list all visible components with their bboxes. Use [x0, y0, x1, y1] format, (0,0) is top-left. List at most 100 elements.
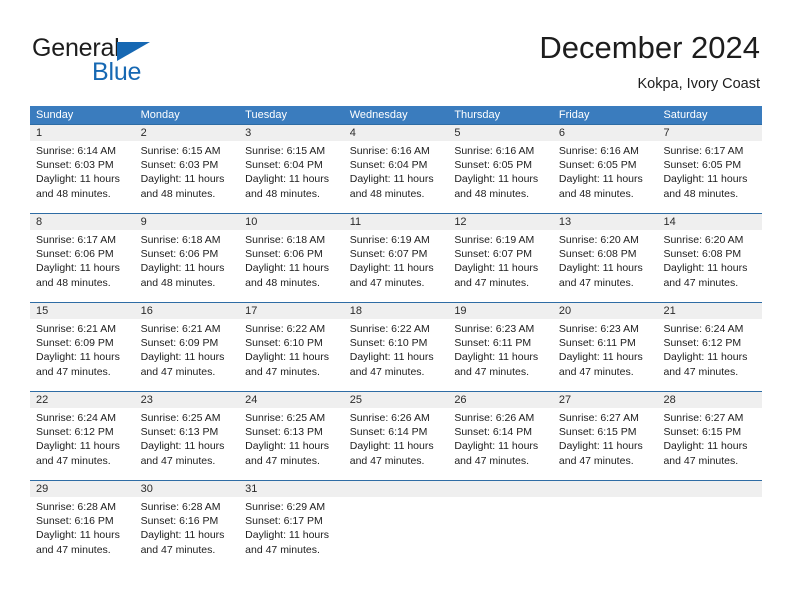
day-details: Sunrise: 6:14 AM Sunset: 6:03 PM Daylight:…: [30, 141, 135, 199]
day-details: Sunrise: 6:25 AM Sunset: 6:13 PM Daylight:…: [135, 408, 240, 466]
day-details: Sunrise: 6:16 AM Sunset: 6:05 PM Daylight:…: [448, 141, 553, 199]
day-number: 15: [30, 302, 135, 319]
day-cell[interactable]: 24 Sunrise: 6:25 AM Sunset: 6:13 PM Dayligh…: [239, 391, 344, 480]
day-cell[interactable]: 26 Sunrise: 6:26 AM Sunset: 6:14 PM Dayligh…: [448, 391, 553, 480]
daylight-text: Daylight: 11 hours and 48 minutes.: [36, 262, 120, 288]
day-cell[interactable]: 9 Sunrise: 6:18 AM Sunset: 6:06 PM Daylight…: [134, 213, 240, 302]
calendar-week-row: 8 Sunrise: 6:17 AM Sunset: 6:06 PM Daylight…: [30, 213, 763, 302]
day-number: 23: [134, 391, 240, 408]
sunset-text: Sunset: 6:16 PM: [36, 515, 114, 528]
calendar-week-row: 15 Sunrise: 6:21 AM Sunset: 6:09 PM Dayligh…: [30, 302, 763, 391]
sunset-text: Sunset: 6:09 PM: [140, 337, 219, 350]
calendar-page: General Blue December 2024 Kokpa, Ivory …: [0, 0, 792, 612]
sunrise-text: Sunrise: 6:16 AM: [558, 145, 639, 157]
sunset-text: Sunset: 6:04 PM: [245, 159, 323, 172]
day-details: Sunrise: 6:23 AM Sunset: 6:11 PM Daylight:…: [448, 319, 553, 377]
day-number: 26: [448, 391, 553, 408]
day-cell[interactable]: 5 Sunrise: 6:16 AM Sunset: 6:05 PM Daylight…: [448, 124, 553, 213]
daylight-text: Daylight: 11 hours and 47 minutes.: [245, 440, 330, 466]
generalblue-logo: General Blue: [32, 34, 252, 90]
daylight-text: Daylight: 11 hours and 48 minutes.: [140, 262, 225, 288]
sunrise-text: Sunrise: 6:28 AM: [140, 501, 221, 513]
weekday-header-friday: Friday: [558, 109, 590, 121]
day-cell[interactable]: 21 Sunrise: 6:24 AM Sunset: 6:12 PM Dayligh…: [657, 302, 763, 391]
daylight-text: Daylight: 11 hours and 48 minutes.: [140, 173, 225, 199]
day-details: [448, 497, 553, 555]
day-cell[interactable]: 3 Sunrise: 6:15 AM Sunset: 6:04 PM Daylight…: [239, 124, 344, 213]
daylight-text: Daylight: 11 hours and 47 minutes.: [454, 262, 539, 288]
day-number: 8: [30, 213, 135, 230]
sunset-text: Sunset: 6:17 PM: [245, 515, 323, 528]
day-details: Sunrise: 6:20 AM Sunset: 6:08 PM Daylight:…: [657, 230, 762, 288]
day-number: [343, 480, 449, 497]
day-number: 5: [448, 124, 553, 141]
sunrise-text: Sunrise: 6:27 AM: [558, 412, 639, 424]
day-details: Sunrise: 6:27 AM Sunset: 6:15 PM Daylight:…: [657, 408, 762, 466]
day-cell[interactable]: 15 Sunrise: 6:21 AM Sunset: 6:09 PM Dayligh…: [30, 302, 135, 391]
day-cell[interactable]: 19 Sunrise: 6:23 AM Sunset: 6:11 PM Dayligh…: [448, 302, 553, 391]
sunrise-text: Sunrise: 6:29 AM: [245, 501, 326, 513]
day-number: 11: [343, 213, 449, 230]
day-cell[interactable]: 31 Sunrise: 6:29 AM Sunset: 6:17 PM Dayligh…: [239, 480, 344, 569]
sunrise-text: Sunrise: 6:16 AM: [454, 145, 535, 157]
sunrise-text: Sunrise: 6:14 AM: [36, 145, 116, 157]
day-cell[interactable]: 17 Sunrise: 6:22 AM Sunset: 6:10 PM Dayligh…: [239, 302, 344, 391]
day-number: 28: [657, 391, 763, 408]
day-details: Sunrise: 6:21 AM Sunset: 6:09 PM Daylight:…: [30, 319, 135, 377]
day-details: Sunrise: 6:15 AM Sunset: 6:04 PM Daylight:…: [239, 141, 344, 199]
day-cell[interactable]: 12 Sunrise: 6:19 AM Sunset: 6:07 PM Dayligh…: [448, 213, 553, 302]
day-cell[interactable]: 18 Sunrise: 6:22 AM Sunset: 6:10 PM Dayligh…: [343, 302, 449, 391]
day-cell-empty: [552, 480, 658, 569]
sunset-text: Sunset: 6:09 PM: [36, 337, 114, 350]
sunrise-text: Sunrise: 6:22 AM: [245, 323, 326, 335]
day-cell-empty: [343, 480, 449, 569]
day-cell[interactable]: 4 Sunrise: 6:16 AM Sunset: 6:04 PM Daylight…: [343, 124, 449, 213]
page-title: December 2024: [539, 30, 760, 65]
day-cell[interactable]: 13 Sunrise: 6:20 AM Sunset: 6:08 PM Dayligh…: [552, 213, 658, 302]
day-cell[interactable]: 16 Sunrise: 6:21 AM Sunset: 6:09 PM Dayligh…: [134, 302, 240, 391]
sunset-text: Sunset: 6:11 PM: [558, 337, 636, 350]
day-details: Sunrise: 6:24 AM Sunset: 6:12 PM Daylight:…: [30, 408, 135, 466]
day-cell[interactable]: 11 Sunrise: 6:19 AM Sunset: 6:07 PM Dayligh…: [343, 213, 449, 302]
day-cell-empty: [448, 480, 553, 569]
daylight-text: Daylight: 11 hours and 47 minutes.: [349, 262, 434, 288]
day-cell[interactable]: 7 Sunrise: 6:17 AM Sunset: 6:05 PM Daylight…: [657, 124, 763, 213]
day-cell[interactable]: 6 Sunrise: 6:16 AM Sunset: 6:05 PM Daylight…: [552, 124, 658, 213]
daylight-text: Daylight: 11 hours and 47 minutes.: [558, 351, 643, 377]
day-cell[interactable]: 29 Sunrise: 6:28 AM Sunset: 6:16 PM Dayligh…: [30, 480, 135, 569]
sunrise-text: Sunrise: 6:19 AM: [454, 234, 535, 246]
day-cell[interactable]: 20 Sunrise: 6:23 AM Sunset: 6:11 PM Dayligh…: [552, 302, 658, 391]
day-number: 7: [657, 124, 763, 141]
day-number: [552, 480, 658, 497]
day-cell[interactable]: 28 Sunrise: 6:27 AM Sunset: 6:15 PM Dayligh…: [657, 391, 763, 480]
day-cell[interactable]: 27 Sunrise: 6:27 AM Sunset: 6:15 PM Dayligh…: [552, 391, 658, 480]
sunrise-text: Sunrise: 6:26 AM: [349, 412, 430, 424]
day-cell[interactable]: 14 Sunrise: 6:20 AM Sunset: 6:08 PM Dayligh…: [657, 213, 763, 302]
sunrise-text: Sunrise: 6:21 AM: [140, 323, 221, 335]
sunset-text: Sunset: 6:12 PM: [36, 426, 114, 439]
day-details: Sunrise: 6:24 AM Sunset: 6:12 PM Daylight:…: [657, 319, 762, 377]
sunset-text: Sunset: 6:06 PM: [36, 248, 114, 261]
day-details: Sunrise: 6:20 AM Sunset: 6:08 PM Daylight:…: [553, 230, 658, 288]
daylight-text: Daylight: 11 hours and 47 minutes.: [454, 351, 539, 377]
day-details: Sunrise: 6:28 AM Sunset: 6:16 PM Daylight:…: [30, 497, 135, 555]
day-cell[interactable]: 22 Sunrise: 6:24 AM Sunset: 6:12 PM Dayligh…: [30, 391, 135, 480]
day-cell[interactable]: 10 Sunrise: 6:18 AM Sunset: 6:06 PM Dayligh…: [239, 213, 344, 302]
day-cell[interactable]: 2 Sunrise: 6:15 AM Sunset: 6:03 PM Daylight…: [134, 124, 240, 213]
day-cell[interactable]: 30 Sunrise: 6:28 AM Sunset: 6:16 PM Dayligh…: [134, 480, 240, 569]
daylight-text: Daylight: 11 hours and 48 minutes.: [558, 173, 643, 199]
day-cell[interactable]: 1 Sunrise: 6:14 AM Sunset: 6:03 PM Daylight…: [30, 124, 135, 213]
sunrise-text: Sunrise: 6:22 AM: [349, 323, 430, 335]
day-cell[interactable]: 25 Sunrise: 6:26 AM Sunset: 6:14 PM Dayligh…: [343, 391, 449, 480]
daylight-text: Daylight: 11 hours and 47 minutes.: [558, 440, 643, 466]
sunrise-text: Sunrise: 6:21 AM: [36, 323, 116, 335]
day-number: 25: [343, 391, 449, 408]
day-number: 1: [30, 124, 135, 141]
calendar-week-row: 22 Sunrise: 6:24 AM Sunset: 6:12 PM Dayligh…: [30, 391, 763, 480]
day-number: 14: [657, 213, 763, 230]
day-details: [553, 497, 658, 555]
day-cell[interactable]: 8 Sunrise: 6:17 AM Sunset: 6:06 PM Daylight…: [30, 213, 135, 302]
day-cell[interactable]: 23 Sunrise: 6:25 AM Sunset: 6:13 PM Dayligh…: [134, 391, 240, 480]
sunrise-text: Sunrise: 6:19 AM: [349, 234, 430, 246]
day-number: 6: [552, 124, 658, 141]
